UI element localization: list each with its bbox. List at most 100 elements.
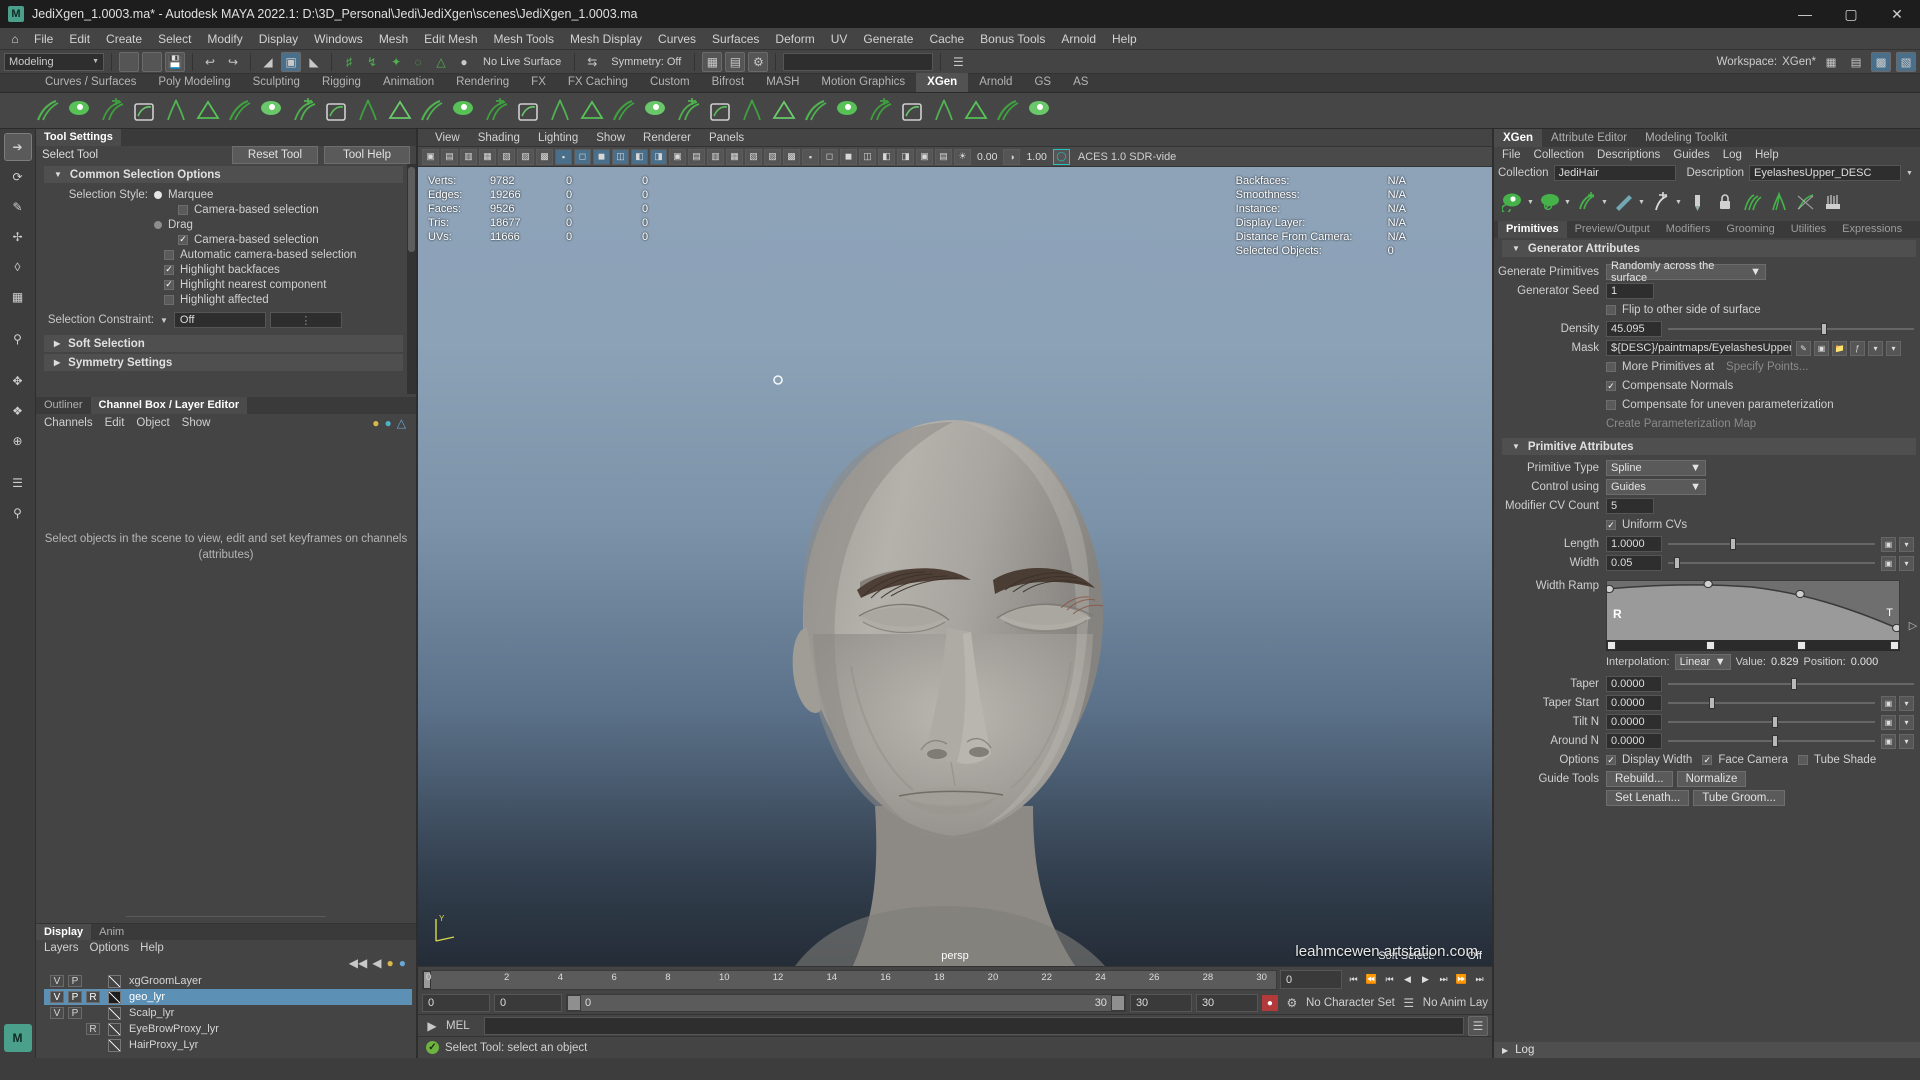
layer-playback-toggle[interactable]: P	[68, 975, 82, 987]
xgen-cut-icon[interactable]	[354, 97, 382, 125]
tilt-n-field[interactable]: 0.0000	[1606, 714, 1662, 730]
chevron-down-icon[interactable]: ▼	[1564, 199, 1573, 206]
render-current-frame-button[interactable]: ▦	[702, 51, 723, 72]
lock-icon[interactable]	[1712, 189, 1738, 215]
checkbox-auto-camera-based[interactable]	[164, 249, 174, 260]
gamma-value[interactable]: 1.00	[1022, 151, 1050, 163]
xgen-generate-icon[interactable]	[98, 97, 126, 125]
xgen-export-icon[interactable]	[546, 97, 574, 125]
multisample-aa-icon[interactable]: ◫	[859, 148, 876, 165]
display-width-check[interactable]: ✓ Display Width	[1606, 754, 1692, 766]
exposure-icon[interactable]: ☀	[954, 148, 971, 165]
layer-visibility-toggle[interactable]: V	[50, 991, 64, 1003]
menu-edit[interactable]: Edit	[61, 29, 98, 49]
checkbox-uniform-cvs[interactable]: ✓	[1606, 520, 1616, 530]
around-n-map-icon[interactable]: ▣	[1881, 733, 1896, 749]
subtab-preview-output[interactable]: Preview/Output	[1567, 221, 1658, 238]
show-manipulator-tool-icon[interactable]: ✥	[4, 367, 32, 395]
xgen-create-description-icon[interactable]	[34, 97, 62, 125]
tab-display-layers[interactable]: Display	[36, 924, 92, 940]
checkbox-compensate-normals[interactable]: ✓	[1606, 381, 1616, 391]
mask-map-icon[interactable]: ▣	[1814, 340, 1829, 356]
xgen-menu-descriptions[interactable]: Descriptions	[1597, 149, 1660, 161]
layer-back-icon[interactable]: ◀	[372, 956, 381, 970]
taper-slider[interactable]	[1668, 676, 1914, 692]
workspace-grid-icon[interactable]: ▦	[1821, 52, 1841, 72]
shelf-tab-motion-graphics[interactable]: Motion Graphics	[810, 73, 916, 92]
tab-xgen[interactable]: XGen	[1494, 129, 1543, 147]
mask-folder-icon[interactable]: 📁	[1832, 340, 1847, 356]
mask-brush-icon[interactable]	[1685, 189, 1711, 215]
cut-guides-icon[interactable]	[1793, 189, 1819, 215]
density-slider[interactable]	[1668, 321, 1914, 337]
channelbox-menu-show[interactable]: Show	[182, 417, 211, 429]
menu-uv[interactable]: UV	[823, 29, 856, 49]
select-by-object-type-icon[interactable]: ▣	[281, 51, 301, 72]
length-field[interactable]: 1.0000	[1606, 536, 1662, 552]
viewport-settings-icon[interactable]: ▣	[916, 148, 933, 165]
compensate-uneven-check[interactable]: Compensate for uneven parameterization	[1606, 399, 1834, 411]
shelf-tab-fx[interactable]: FX	[520, 73, 557, 92]
around-n-field[interactable]: 0.0000	[1606, 733, 1662, 749]
menu-curves[interactable]: Curves	[650, 29, 704, 49]
range-start2-field[interactable]: 0	[494, 994, 562, 1012]
layer-name[interactable]: HairProxy_Lyr	[129, 1039, 198, 1051]
xgen-guide-anim-icon[interactable]	[962, 97, 990, 125]
xgen-preview-icon[interactable]	[66, 97, 94, 125]
viewport-menu-shading[interactable]: Shading	[469, 132, 529, 144]
checkbox-highlight-affected[interactable]	[164, 294, 174, 305]
mask-expression-icon[interactable]: ƒ	[1850, 340, 1865, 356]
menu-generate[interactable]: Generate	[855, 29, 921, 49]
color-management-icon[interactable]: ◯	[1052, 148, 1070, 165]
face-camera-check[interactable]: ✓ Face Camera	[1702, 754, 1788, 766]
undo-button[interactable]: ↩	[200, 52, 220, 72]
generator-seed-field[interactable]: 1	[1606, 283, 1654, 299]
layer-row[interactable]: R EyeBrowProxy_lyr	[44, 1021, 412, 1037]
layer-prev-icon[interactable]: ◀◀	[349, 956, 367, 970]
viewport-menu-panels[interactable]: Panels	[700, 132, 753, 144]
shelf-tab-gs[interactable]: GS	[1023, 73, 1062, 92]
generate-primitives-select[interactable]: Randomly across the surface ▼	[1606, 260, 1766, 284]
width-map-icon[interactable]: ▣	[1881, 555, 1896, 571]
mel-label[interactable]: MEL	[446, 1020, 480, 1032]
new-layer-icon[interactable]: ●	[387, 956, 394, 970]
channelbox-menu-edit[interactable]: Edit	[105, 417, 125, 429]
channelbox-menu-channels[interactable]: Channels	[44, 417, 93, 429]
layer-menu-layers[interactable]: Layers	[44, 942, 79, 954]
xgen-sphere-icon[interactable]	[706, 97, 734, 125]
make-live-icon[interactable]: ●	[454, 52, 474, 72]
character-set-label[interactable]: No Character Set	[1306, 997, 1395, 1009]
layer-menu-options[interactable]: Options	[90, 942, 130, 954]
viewport-menu-renderer[interactable]: Renderer	[634, 132, 700, 144]
shelf-tab-rendering[interactable]: Rendering	[445, 73, 520, 92]
checkbox-marquee-camera-based[interactable]	[178, 204, 188, 215]
layer-name[interactable]: Scalp_lyr	[129, 1007, 174, 1019]
channelbox-menu-object[interactable]: Object	[136, 417, 169, 429]
time-slider-track[interactable]: 0 2 4 6 8 10 12 14 16 18 20 22 24 26 28 30	[422, 969, 1277, 990]
layer-color-swatch[interactable]	[108, 1022, 121, 1036]
menu-cache[interactable]: Cache	[921, 29, 972, 49]
step-back-frame-button[interactable]: ⏮	[1381, 971, 1398, 989]
viewport-menu-show[interactable]: Show	[587, 132, 634, 144]
wireframe-shading-icon[interactable]: ▤	[688, 148, 705, 165]
layer-visibility-toggle[interactable]: V	[50, 1007, 64, 1019]
resolution-gate-icon[interactable]: ◼	[593, 148, 610, 165]
exposure-value[interactable]: 0.00	[973, 151, 1001, 163]
xgen-menu-collection[interactable]: Collection	[1534, 149, 1585, 161]
mask-edit-icon[interactable]: ✎	[1796, 340, 1811, 356]
tilt-n-map-icon[interactable]: ▣	[1881, 714, 1896, 730]
set-length-button[interactable]: Set Lenath...	[1606, 790, 1690, 806]
generate-primitives-icon[interactable]	[1537, 189, 1563, 215]
tab-anim-layers[interactable]: Anim	[91, 924, 132, 940]
density-field[interactable]: 45.095	[1606, 321, 1662, 337]
xgen-mask-icon[interactable]	[418, 97, 446, 125]
compensate-normals-check[interactable]: ✓ Compensate Normals	[1606, 380, 1733, 392]
frame-primitive-attributes[interactable]: ▼ Primitive Attributes	[1502, 438, 1916, 455]
layer-color-swatch[interactable]	[108, 1006, 121, 1020]
subtab-expressions[interactable]: Expressions	[1834, 221, 1910, 238]
numeric-input-field[interactable]	[783, 52, 934, 71]
rebuild-button[interactable]: Rebuild...	[1606, 771, 1673, 787]
checkbox-display-width[interactable]: ✓	[1606, 755, 1616, 765]
layer-name[interactable]: geo_lyr	[129, 991, 165, 1003]
redo-button[interactable]: ↪	[223, 52, 243, 72]
